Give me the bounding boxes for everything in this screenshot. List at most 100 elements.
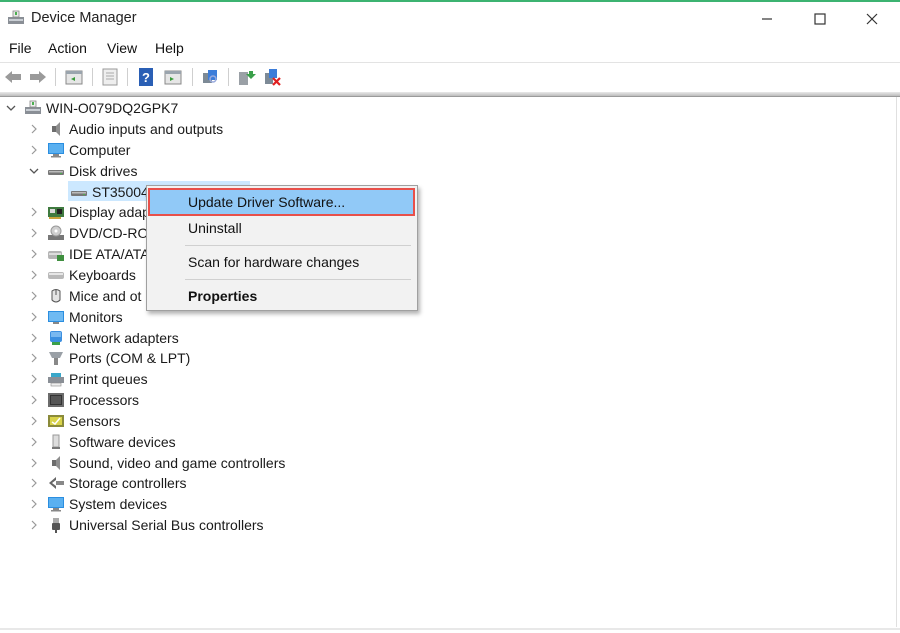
toolbar-separator <box>55 68 56 86</box>
properties-icon[interactable] <box>100 67 120 87</box>
tree-category-label: Keyboards <box>69 267 136 283</box>
context-menu: Update Driver Software... Uninstall Scan… <box>146 185 418 311</box>
tree-category-label: Network adapters <box>69 330 179 346</box>
chevron-right-icon[interactable] <box>27 331 41 345</box>
tree-category-sensors[interactable]: Sensors <box>27 411 120 431</box>
chevron-right-icon[interactable] <box>27 372 41 386</box>
context-menu-item-label: Uninstall <box>188 220 242 236</box>
chevron-right-icon[interactable] <box>27 518 41 532</box>
printer-icon <box>48 373 64 387</box>
chevron-down-icon[interactable] <box>27 164 41 178</box>
chevron-right-icon[interactable] <box>27 393 41 407</box>
tree-category-sound-video-and-game-controllers[interactable]: Sound, video and game controllers <box>27 453 285 473</box>
computer-host-icon <box>25 100 41 114</box>
tree-category-label: Universal Serial Bus controllers <box>69 517 264 533</box>
tree-device-item[interactable]: ST35004 <box>64 182 149 202</box>
chevron-right-icon[interactable] <box>27 289 41 303</box>
tree-root[interactable]: WIN-O079DQ2GPK7 <box>4 98 178 118</box>
chevron-down-icon[interactable] <box>4 101 18 115</box>
chevron-right-icon[interactable] <box>27 497 41 511</box>
tree-category-label: Sensors <box>69 413 121 429</box>
tree-category-label: System devices <box>69 496 168 512</box>
tree-category-software-devices[interactable]: Software devices <box>27 432 176 452</box>
chevron-right-icon[interactable] <box>27 268 41 282</box>
menu-help[interactable]: Help <box>155 40 184 56</box>
context-menu-update-driver[interactable]: Update Driver Software... <box>148 188 415 216</box>
ide-controller-icon <box>48 251 64 261</box>
tree-category-audio-inputs-and-outputs[interactable]: Audio inputs and outputs <box>27 119 223 139</box>
chevron-right-icon[interactable] <box>27 414 41 428</box>
network-adapter-icon <box>50 331 62 345</box>
tree-root-label: WIN-O079DQ2GPK7 <box>46 100 179 116</box>
storage-controller-icon <box>49 477 64 489</box>
tree-category-disk-drives[interactable]: Disk drives <box>27 161 137 181</box>
dvd-drive-icon <box>48 225 64 240</box>
chevron-right-icon[interactable] <box>27 122 41 136</box>
tree-category-ports-com-lpt[interactable]: Ports (COM & LPT) <box>27 348 190 368</box>
tree-category-label: Mice and ot <box>69 288 142 304</box>
close-icon <box>866 13 878 25</box>
tree-category-mice-and-ot[interactable]: Mice and ot <box>27 286 141 306</box>
menu-action[interactable]: Action <box>48 40 87 56</box>
context-menu-properties[interactable]: Properties <box>150 284 413 308</box>
help-icon[interactable]: ? <box>136 67 156 87</box>
toolbar-separator <box>92 68 93 86</box>
chevron-right-icon[interactable] <box>27 247 41 261</box>
tree-category-processors[interactable]: Processors <box>27 390 139 410</box>
tree-category-ide-ata-ata[interactable]: IDE ATA/ATA <box>27 244 150 264</box>
disk-drive-icon <box>48 170 64 175</box>
tree-category-label: Computer <box>69 142 131 158</box>
maximize-button[interactable] <box>797 4 843 34</box>
tree-category-print-queues[interactable]: Print queues <box>27 369 148 389</box>
tree-category-keyboards[interactable]: Keyboards <box>27 265 136 285</box>
chevron-right-icon[interactable] <box>27 456 41 470</box>
tree-category-label: Monitors <box>69 309 123 325</box>
chevron-right-icon[interactable] <box>27 476 41 490</box>
toolbar-separator <box>192 68 193 86</box>
chevron-right-icon[interactable] <box>27 435 41 449</box>
context-menu-separator <box>185 279 411 280</box>
tree-category-display-adap[interactable]: Display adap <box>27 202 150 222</box>
tree-category-monitors[interactable]: Monitors <box>27 307 123 327</box>
scan-hardware-icon[interactable] <box>200 67 220 87</box>
tree-category-universal-serial-bus-controllers[interactable]: Universal Serial Bus controllers <box>27 515 264 535</box>
minimize-button[interactable] <box>744 4 790 34</box>
tree-category-label: Ports (COM & LPT) <box>69 350 191 366</box>
chevron-right-icon[interactable] <box>27 143 41 157</box>
close-button[interactable] <box>849 4 895 34</box>
tree-category-label: Storage controllers <box>69 475 187 491</box>
show-hide-console-tree-icon[interactable] <box>64 67 84 87</box>
maximize-icon <box>814 13 826 25</box>
tree-category-label: Print queues <box>69 371 148 387</box>
chevron-right-icon[interactable] <box>27 351 41 365</box>
tree-category-label: IDE ATA/ATA <box>69 246 150 262</box>
context-menu-scan-hardware[interactable]: Scan for hardware changes <box>150 250 413 274</box>
context-menu-uninstall[interactable]: Uninstall <box>150 216 413 240</box>
uninstall-device-icon[interactable] <box>262 67 282 87</box>
tree-category-label: Disk drives <box>69 163 138 179</box>
forward-arrow-icon[interactable] <box>28 67 48 87</box>
chevron-right-icon[interactable] <box>27 205 41 219</box>
tree-category-system-devices[interactable]: System devices <box>27 494 167 514</box>
context-menu-separator <box>185 245 411 246</box>
tree-category-network-adapters[interactable]: Network adapters <box>27 328 179 348</box>
tree-category-label: Software devices <box>69 434 176 450</box>
toolbar-separator <box>228 68 229 86</box>
chevron-right-icon[interactable] <box>27 310 41 324</box>
menu-view[interactable]: View <box>107 40 137 56</box>
context-menu-item-label: Properties <box>188 288 258 304</box>
back-arrow-icon[interactable] <box>3 67 23 87</box>
tree-category-computer[interactable]: Computer <box>27 140 130 160</box>
tree-category-storage-controllers[interactable]: Storage controllers <box>27 473 187 493</box>
speaker-icon <box>52 456 60 470</box>
tree-category-dvd-cd-ro[interactable]: DVD/CD-RO <box>27 223 148 243</box>
chevron-right-icon[interactable] <box>27 226 41 240</box>
port-icon <box>49 352 63 365</box>
minimize-icon <box>762 18 772 20</box>
show-action-pane-icon[interactable] <box>163 67 183 87</box>
speaker-icon <box>52 122 60 136</box>
window-bottom-edge <box>0 628 900 630</box>
update-driver-icon[interactable] <box>236 67 256 87</box>
menu-bar: File Action View Help <box>0 36 900 60</box>
menu-file[interactable]: File <box>9 40 32 56</box>
